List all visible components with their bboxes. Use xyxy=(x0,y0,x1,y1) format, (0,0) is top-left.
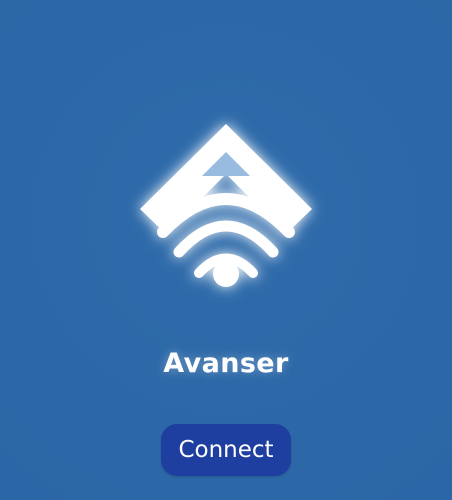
avanser-wifi-diamond-icon xyxy=(140,124,312,287)
app-logo xyxy=(126,114,326,304)
app-screen: Avanser Connect xyxy=(0,0,452,500)
app-title: Avanser xyxy=(163,348,289,379)
connect-button[interactable]: Connect xyxy=(161,424,291,476)
